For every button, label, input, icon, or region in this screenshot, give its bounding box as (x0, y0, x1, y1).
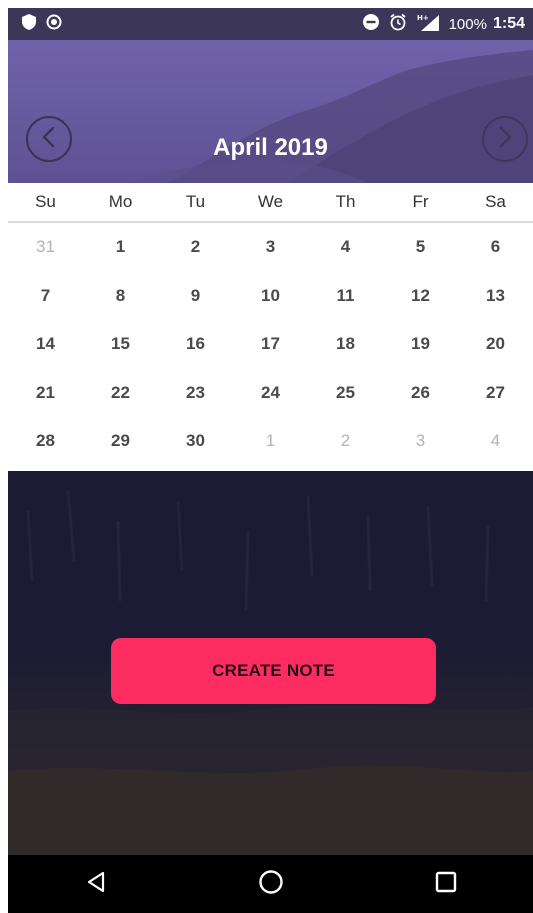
clock-time: 1:54 (492, 15, 525, 32)
calendar-day[interactable]: 27 (458, 369, 533, 418)
calendar-day[interactable]: 20 (458, 320, 533, 369)
calendar-day[interactable]: 4 (308, 223, 383, 272)
calendar-day[interactable]: 15 (83, 320, 158, 369)
alarm-icon (389, 13, 407, 36)
status-bar-right: H+ 100% 1:54 (362, 13, 525, 36)
month-title: April 2019 (213, 134, 328, 161)
calendar-day[interactable]: 28 (8, 417, 83, 466)
next-month-button[interactable] (482, 116, 528, 162)
weekday-label: Tu (185, 192, 206, 211)
home-button[interactable] (241, 855, 301, 913)
calendar-day[interactable]: 21 (8, 369, 83, 418)
calendar-day[interactable]: 1 (83, 223, 158, 272)
weekday-label: Su (35, 192, 56, 211)
calendar-day[interactable]: 8 (83, 272, 158, 321)
svg-text:H+: H+ (417, 14, 429, 22)
calendar-day[interactable]: 9 (158, 272, 233, 321)
calendar-day[interactable]: 7 (8, 272, 83, 321)
calendar-grid: 31 1 2 3 4 5 6 7 8 9 10 11 12 13 14 15 16 17 18 19 20 21 22 23 2… (8, 223, 533, 471)
do-not-disturb-icon (362, 13, 379, 35)
app-screen: H+ 100% 1:54 April 2019 Su Mo Tu We Th Fr Sa 3… (8, 8, 533, 913)
chevron-right-icon (495, 125, 515, 154)
calendar-day[interactable]: 2 (158, 223, 233, 272)
calendar-day[interactable]: 19 (383, 320, 458, 369)
calendar-week-row: 14 15 16 17 18 19 20 (8, 320, 533, 369)
weekday-header-row: Su Mo Tu We Th Fr Sa (8, 183, 533, 223)
home-icon (258, 869, 284, 900)
recents-icon (435, 871, 457, 898)
calendar-day[interactable]: 25 (308, 369, 383, 418)
calendar-day[interactable]: 30 (158, 417, 233, 466)
calendar-day[interactable]: 10 (233, 272, 308, 321)
calendar-day-other-month[interactable]: 3 (383, 417, 458, 466)
battery-percent: 100% (448, 15, 487, 33)
calendar-day[interactable]: 23 (158, 369, 233, 418)
calendar-day[interactable]: 18 (308, 320, 383, 369)
shield-icon (22, 13, 36, 35)
calendar-day-other-month[interactable]: 1 (233, 417, 308, 466)
calendar-day[interactable]: 5 (383, 223, 458, 272)
weekday-label: Th (335, 192, 356, 211)
calendar-day-other-month[interactable]: 2 (308, 417, 383, 466)
calendar-day[interactable]: 29 (83, 417, 158, 466)
calendar-day[interactable]: 11 (308, 272, 383, 321)
calendar-day[interactable]: 13 (458, 272, 533, 321)
weekday-label: Sa (485, 192, 506, 211)
calendar-day[interactable]: 6 (458, 223, 533, 272)
calendar-week-row: 21 22 23 24 25 26 27 (8, 369, 533, 418)
calendar-day[interactable]: 26 (383, 369, 458, 418)
calendar-day-other-month[interactable]: 31 (8, 223, 83, 272)
calendar-week-row: 31 1 2 3 4 5 6 (8, 223, 533, 272)
weekday-label: We (257, 192, 284, 211)
calendar-day[interactable]: 22 (83, 369, 158, 418)
calendar-day-other-month[interactable]: 4 (458, 417, 533, 466)
calendar-day[interactable]: 16 (158, 320, 233, 369)
back-icon (85, 871, 107, 898)
calendar-day[interactable]: 3 (233, 223, 308, 272)
create-note-button[interactable]: CREATE NOTE (111, 638, 436, 704)
weekday-label: Mo (108, 192, 133, 211)
signal-hplus-icon: H+ (417, 13, 439, 36)
calendar-day[interactable]: 17 (233, 320, 308, 369)
status-bar-left (22, 13, 62, 35)
calendar-header: April 2019 (8, 40, 533, 183)
system-navigation-bar (8, 855, 533, 913)
calendar-day[interactable]: 24 (233, 369, 308, 418)
status-bar: H+ 100% 1:54 (8, 8, 533, 40)
calendar-week-row: 28 29 30 1 2 3 4 (8, 417, 533, 466)
calendar-day[interactable]: 12 (383, 272, 458, 321)
record-icon (46, 14, 62, 35)
recents-button[interactable] (416, 855, 476, 913)
back-button[interactable] (66, 855, 126, 913)
weekday-label: Fr (412, 192, 429, 211)
calendar-day[interactable]: 14 (8, 320, 83, 369)
calendar-week-row: 7 8 9 10 11 12 13 (8, 272, 533, 321)
